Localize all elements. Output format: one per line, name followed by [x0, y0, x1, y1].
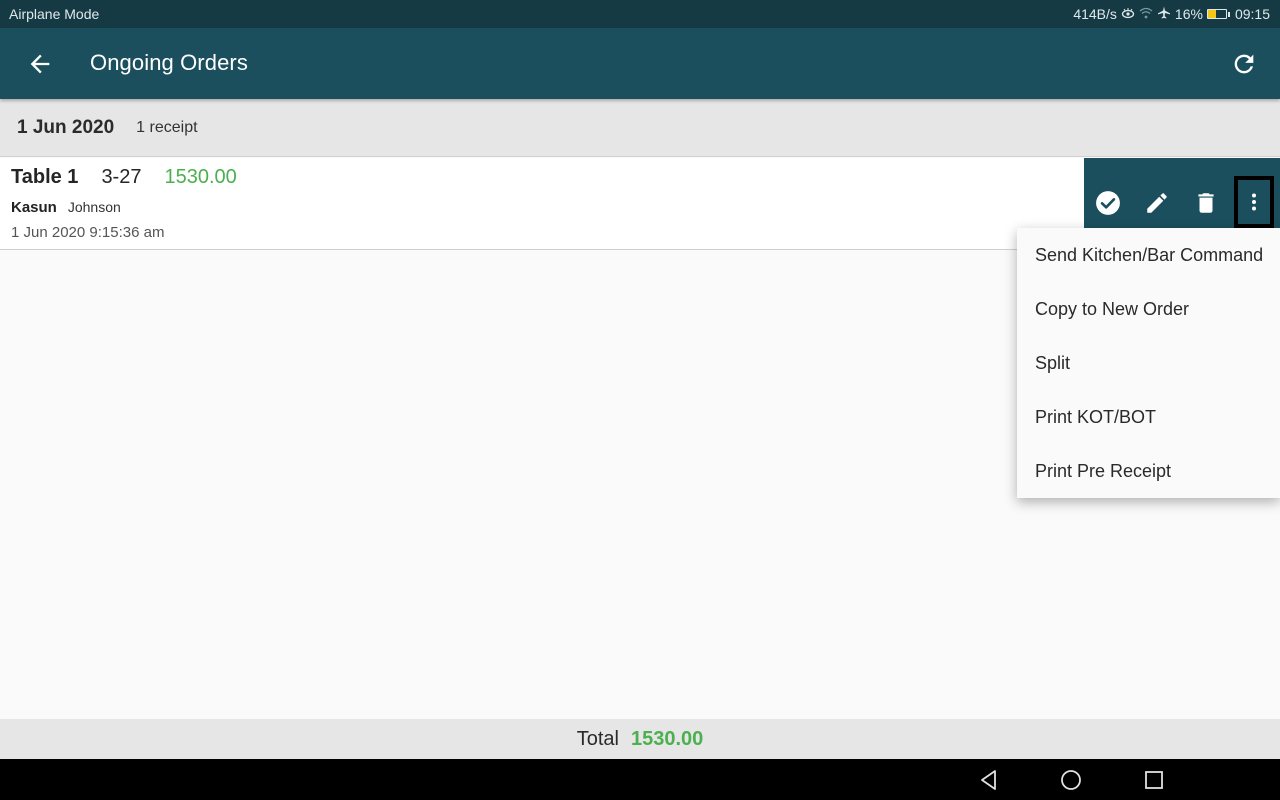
- refresh-button[interactable]: [1230, 50, 1258, 78]
- total-value: 1530.00: [630, 727, 704, 750]
- check-circle-icon: [1096, 191, 1120, 215]
- menu-item-print-kot-bot[interactable]: Print KOT/BOT: [1017, 390, 1280, 444]
- delete-order-button[interactable]: [1191, 188, 1221, 218]
- net-speed: 414B/s: [1073, 6, 1117, 22]
- receipt-count: 1 receipt: [136, 118, 198, 136]
- order-summary: Table 1 3-27 1530.00: [11, 166, 237, 189]
- edit-order-button[interactable]: [1142, 188, 1172, 218]
- nav-recents-button[interactable]: [1142, 768, 1166, 792]
- nav-back-button[interactable]: [977, 768, 1001, 792]
- nav-home-button[interactable]: [1059, 768, 1083, 792]
- trash-icon: [1198, 193, 1214, 213]
- battery-percent: 16%: [1174, 6, 1203, 22]
- clock: 09:15: [1234, 6, 1270, 22]
- triangle-back-icon: [981, 770, 996, 790]
- eye-comfort-icon: [1121, 6, 1135, 22]
- app-bar: Ongoing Orders: [0, 28, 1280, 99]
- airplane-icon: [1157, 6, 1171, 22]
- circle-home-icon: [1061, 770, 1081, 790]
- menu-item-split[interactable]: Split: [1017, 336, 1280, 390]
- more-options-button[interactable]: [1234, 176, 1274, 228]
- menu-item-send-kitchen-bar-command[interactable]: Send Kitchen/Bar Command: [1017, 228, 1280, 282]
- total-bar: Total 1530.00: [0, 719, 1280, 759]
- order-time: 1 Jun 2020 9:15:36 am: [11, 224, 165, 241]
- group-date: 1 Jun 2020: [17, 116, 115, 138]
- status-bar: Airplane Mode 414B/s 16% 09:15: [0, 0, 1280, 28]
- more-vertical-icon: [1252, 193, 1256, 211]
- status-left-text: Airplane Mode: [9, 6, 100, 22]
- customer-first-name: Kasun: [11, 199, 57, 216]
- complete-order-button[interactable]: [1093, 188, 1123, 218]
- menu-item-copy-to-new-order[interactable]: Copy to New Order: [1017, 282, 1280, 336]
- page-title: Ongoing Orders: [90, 50, 248, 75]
- arrow-left-icon: [30, 54, 50, 74]
- order-number: 3-27: [101, 166, 142, 188]
- order-table: Table 1: [11, 166, 79, 188]
- system-nav-bar: [0, 759, 1280, 800]
- square-recents-icon: [1145, 771, 1163, 789]
- date-group-header: 1 Jun 2020 1 receipt: [0, 99, 1280, 157]
- order-amount: 1530.00: [164, 166, 237, 188]
- back-button[interactable]: [26, 50, 54, 78]
- status-indicators: 414B/s 16% 09:15: [1073, 6, 1270, 22]
- customer-last-name: Johnson: [67, 199, 121, 215]
- battery-icon: [1206, 9, 1230, 19]
- refresh-icon: [1234, 54, 1254, 74]
- total-label: Total: [576, 727, 619, 750]
- overflow-menu: Send Kitchen/Bar Command Copy to New Ord…: [1017, 228, 1280, 498]
- order-customer: Kasun Johnson: [11, 199, 121, 216]
- menu-item-print-pre-receipt[interactable]: Print Pre Receipt: [1017, 444, 1280, 498]
- wifi-icon: [1139, 6, 1153, 22]
- pencil-icon: [1147, 193, 1167, 213]
